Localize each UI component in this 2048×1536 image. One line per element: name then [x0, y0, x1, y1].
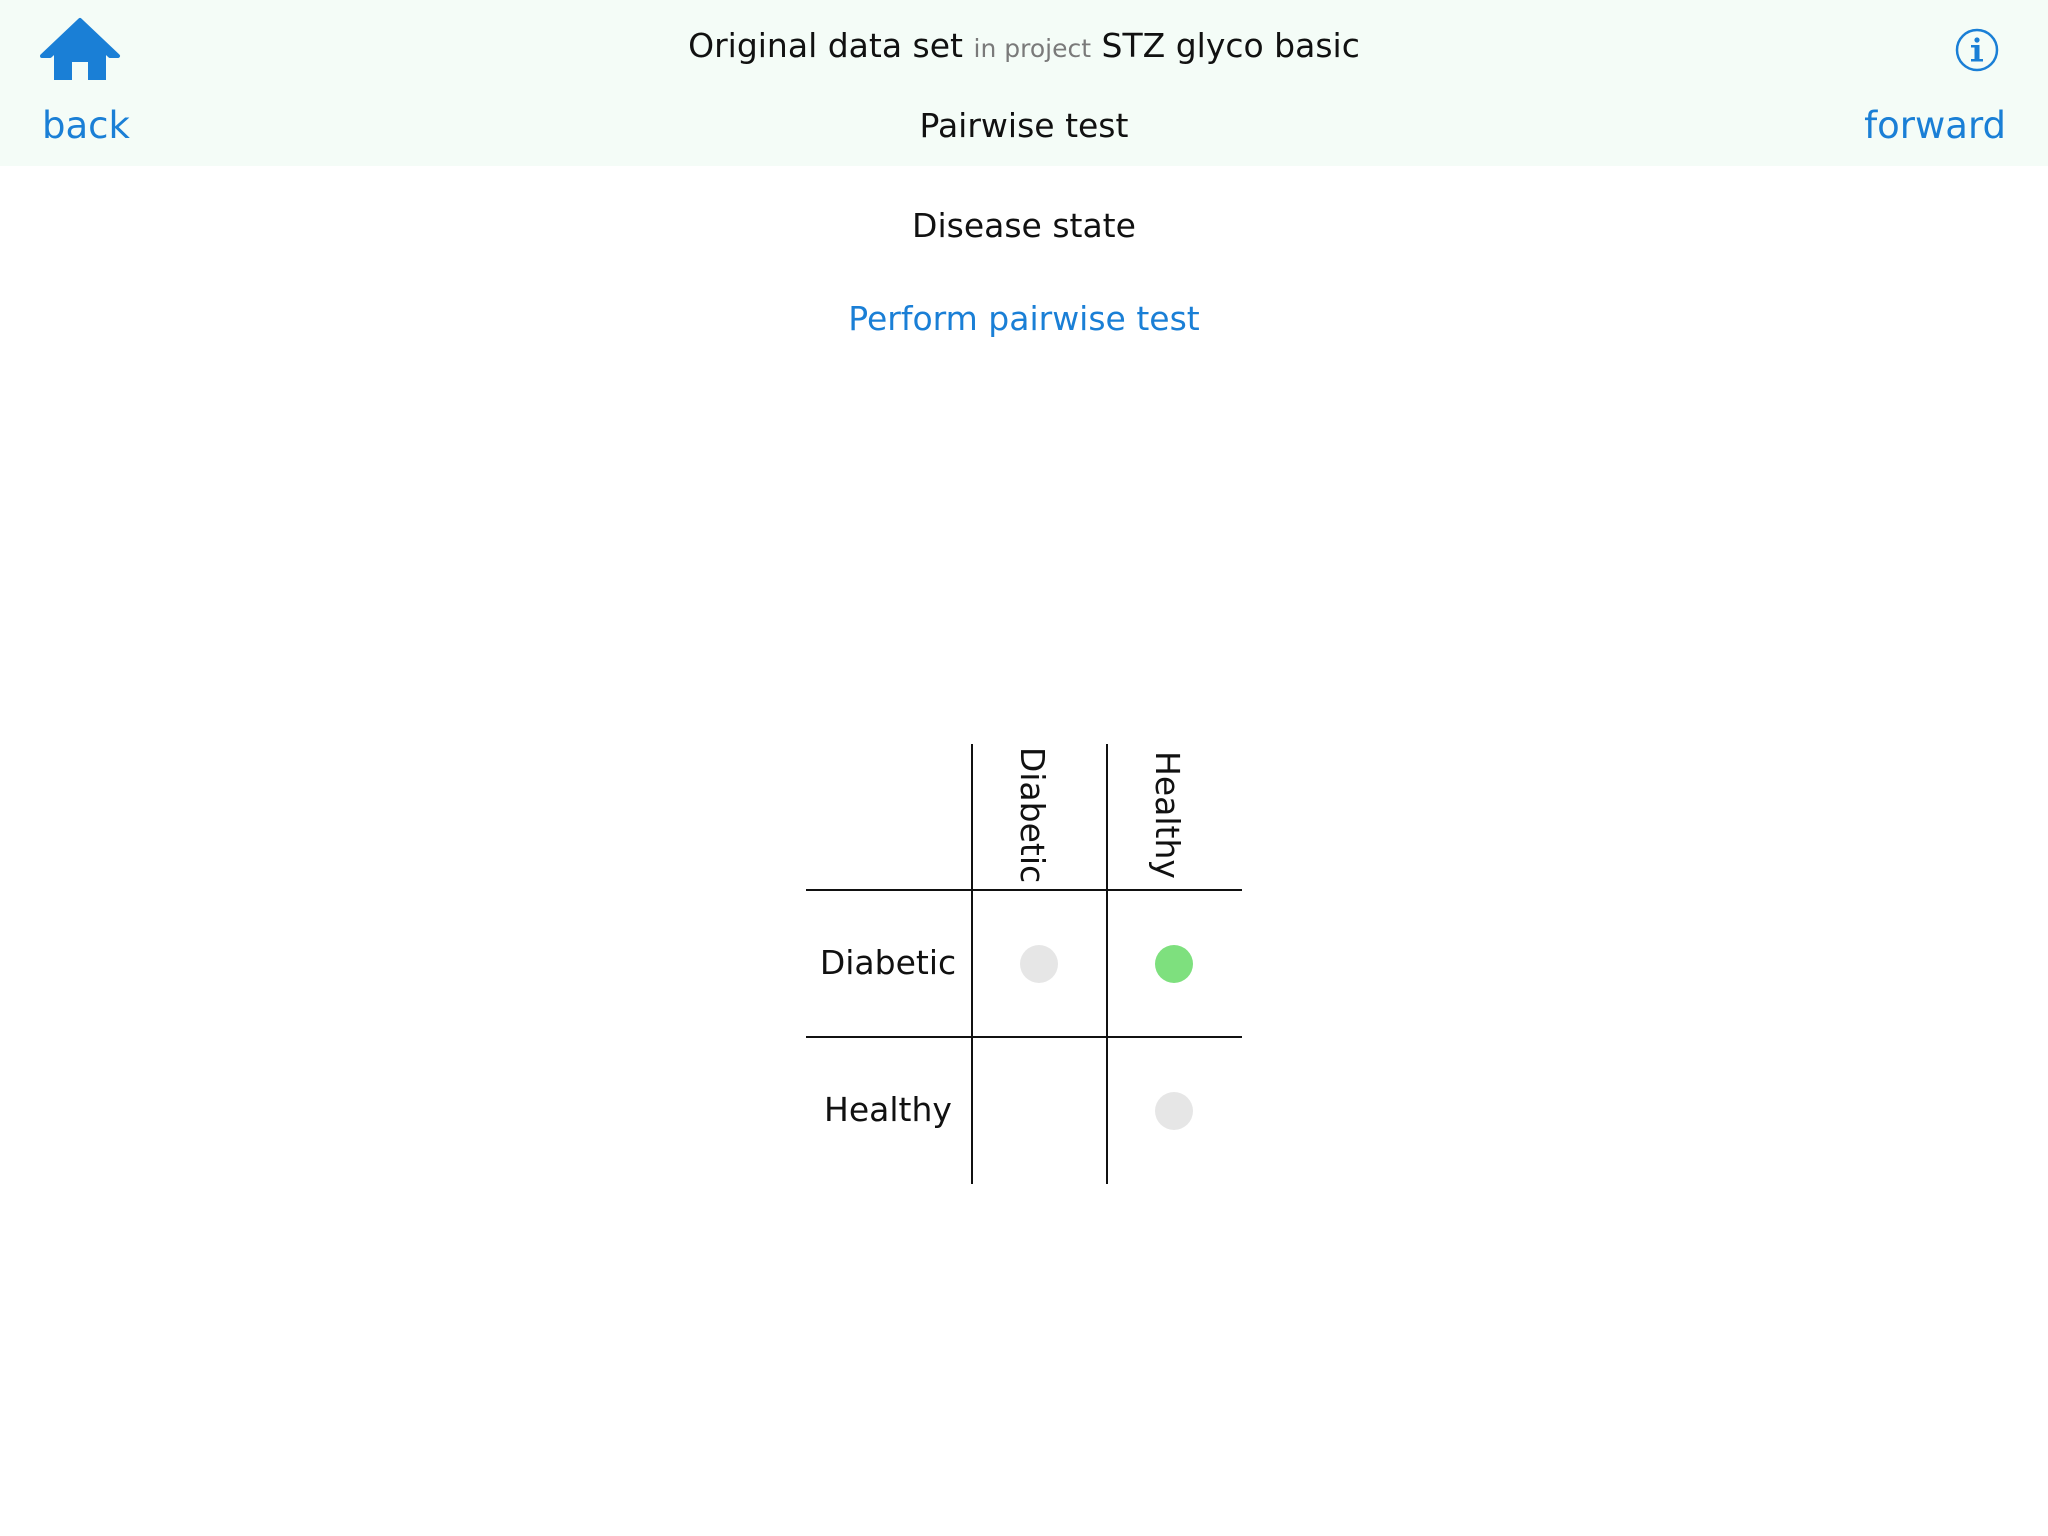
result-dot-diabetic-healthy[interactable]	[1155, 945, 1193, 983]
factor-title: Disease state	[912, 206, 1136, 245]
page-title: Original data set in project STZ glyco b…	[0, 18, 2048, 77]
info-button[interactable]	[1955, 28, 1999, 72]
forward-button[interactable]: forward	[1864, 96, 2006, 156]
perform-pairwise-test-button[interactable]: Perform pairwise test	[0, 291, 2048, 347]
project-name: STZ glyco basic	[1101, 26, 1360, 65]
navigation-header: back Original data set in project STZ gl…	[0, 0, 2048, 166]
page-subtitle: Pairwise test	[919, 106, 1129, 145]
pairwise-matrix: Diabetic Healthy Diabetic Healthy	[806, 744, 1242, 1184]
title-separator: in project	[973, 34, 1092, 63]
row-header-healthy: Healthy	[824, 1090, 952, 1129]
info-icon	[1955, 28, 1999, 72]
matrix-divider-vertical-2	[1106, 744, 1108, 1184]
result-dot-diabetic-diabetic[interactable]	[1020, 945, 1058, 983]
column-header-healthy: Healthy	[1148, 751, 1187, 879]
column-header-diabetic: Diabetic	[1013, 746, 1052, 884]
result-dot-healthy-healthy[interactable]	[1155, 1092, 1193, 1130]
matrix-divider-vertical-1	[971, 744, 973, 1184]
matrix-divider-horizontal-2	[806, 1036, 1242, 1038]
matrix-divider-horizontal-1	[806, 889, 1242, 891]
row-header-diabetic: Diabetic	[819, 943, 957, 982]
app-root: back Original data set in project STZ gl…	[0, 0, 2048, 1536]
dataset-name: Original data set	[688, 26, 963, 65]
